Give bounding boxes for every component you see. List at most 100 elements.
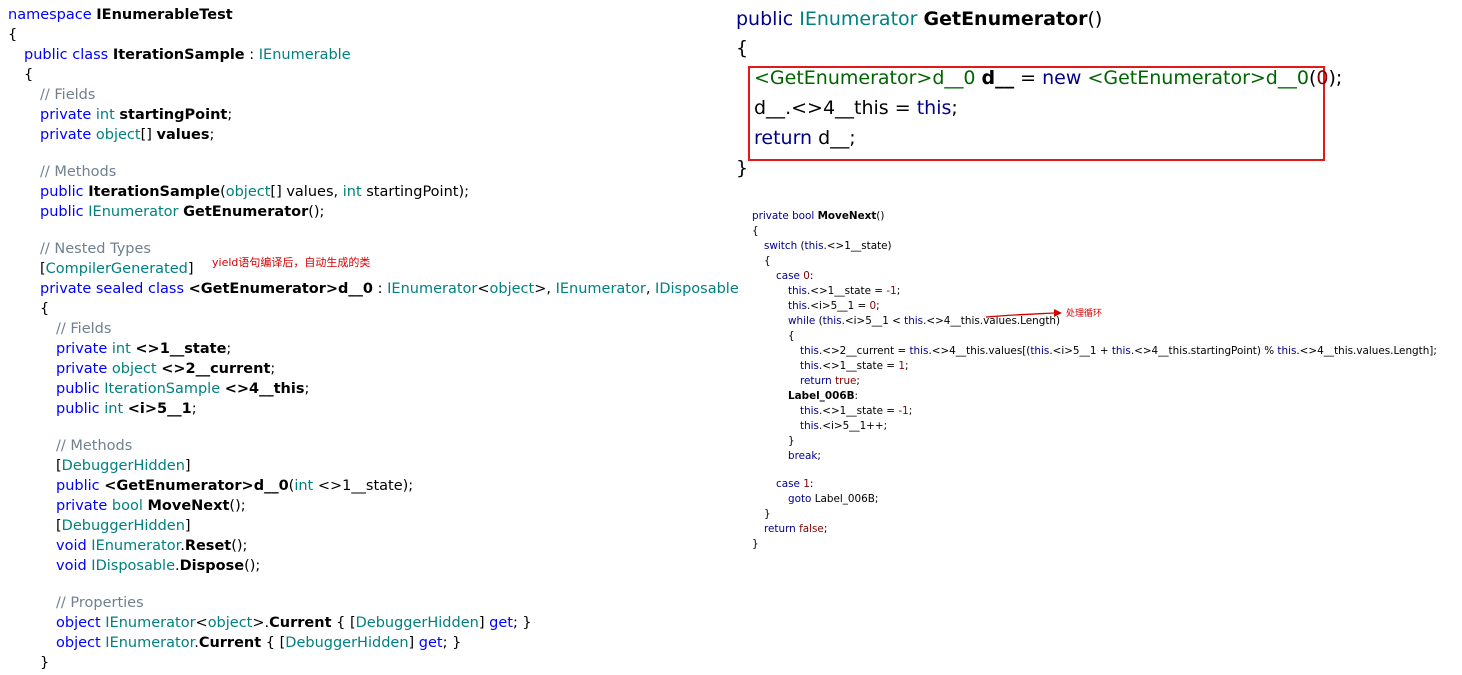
method-name: GetEnumerator (183, 204, 309, 220)
type-name: IterationSample (104, 381, 221, 397)
punctuation: : (809, 270, 814, 282)
number-literal: 0 (1316, 67, 1329, 89)
code-comment: // Nested Types (40, 241, 151, 257)
type-name: object (95, 127, 141, 143)
code-comment: // Properties (56, 595, 144, 611)
code-line: { (736, 37, 749, 59)
keyword: this (804, 240, 824, 252)
code-line: public IEnumerator GetEnumerator(); (40, 205, 324, 220)
punctuation: ] (478, 615, 490, 631)
field-name: <i>5__1 (127, 401, 192, 417)
punctuation: > (534, 281, 547, 297)
expression: .<>4__this.startingPoint) % (1130, 345, 1278, 357)
punctuation: (); (231, 538, 248, 554)
code-line: public IterationSample <>4__this; (56, 382, 309, 397)
code-comment: // Methods (40, 164, 117, 180)
code-line: public IterationSample(object[] values, … (40, 185, 469, 200)
operator: = (1014, 67, 1043, 89)
method-name: GetEnumerator (923, 8, 1088, 30)
annotation-yield: yield语句编译后，自动生成的类 (212, 256, 371, 269)
code-line: switch (this.<>1__state) (764, 241, 892, 251)
property-name: Current (269, 615, 332, 631)
expression: .<>1__state = (818, 405, 899, 417)
field-name: startingPoint (119, 107, 228, 123)
punctuation: ; (904, 360, 909, 372)
keyword: this (1030, 345, 1050, 357)
punctuation: ( (815, 315, 823, 327)
keyword: this (788, 285, 807, 297)
punctuation: (); (308, 204, 325, 220)
method-name: Dispose (179, 558, 245, 574)
code-line: private bool MoveNext(); (56, 499, 246, 514)
punctuation: ] (184, 458, 191, 474)
type-name: <GetEnumerator>d__0 (1087, 67, 1309, 89)
keyword: public (40, 184, 84, 200)
code-line: { (752, 225, 759, 237)
method-name: Reset (184, 538, 232, 554)
keyword: this (904, 315, 924, 327)
code-line: private object <>2__current; (56, 362, 275, 377)
punctuation: ] (184, 518, 191, 534)
punctuation: ; (270, 361, 276, 377)
type-name: IEnumerator (105, 615, 196, 631)
expression: .<>1__state = (818, 360, 899, 372)
punctuation: ( (797, 240, 805, 252)
method-name: MoveNext (147, 498, 230, 514)
punctuation: ; (191, 401, 197, 417)
punctuation: { [ (261, 635, 286, 651)
type-name: IEnumerator (105, 635, 195, 651)
screenshot-page: namespace IEnumerableTest { public class… (0, 0, 1462, 675)
type-name: object (207, 615, 253, 631)
keyword: return (764, 523, 796, 535)
field-name: <>1__state (135, 341, 227, 357)
type-name: object (225, 184, 271, 200)
label-name: Label_006B (788, 390, 855, 402)
keyword: this (800, 345, 819, 357)
punctuation: (); (229, 498, 246, 514)
method-name: IterationSample (88, 184, 221, 200)
keyword: public (56, 401, 100, 417)
code-line: object IEnumerator<object>.Current { [De… (56, 616, 532, 631)
code-line: Label_006B: (788, 391, 858, 401)
expression: .<i>5__1 + (1049, 345, 1112, 357)
punctuation: [] (140, 127, 152, 143)
code-line: this.<>2__current = this.<>4__this.value… (800, 346, 1437, 356)
punctuation: (); (244, 558, 261, 574)
keyword: private (40, 127, 92, 143)
keyword: return (800, 375, 832, 387)
type-name: bool (111, 498, 143, 514)
code-line: return true; (800, 376, 860, 386)
code-line: [CompilerGenerated] (40, 262, 194, 277)
type-name: int (104, 401, 124, 417)
keyword: this (1277, 345, 1297, 357)
type-name: object (111, 361, 157, 377)
punctuation: ; (817, 450, 821, 462)
code-line: <GetEnumerator>d__0 d__ = new <GetEnumer… (754, 69, 1342, 88)
punctuation: () (876, 210, 885, 222)
keyword: while (788, 315, 816, 327)
attribute-name: DebuggerHidden (61, 518, 185, 534)
keyword: return (754, 127, 813, 149)
type-name: IEnumerator (88, 204, 179, 220)
boolean-literal: true (835, 375, 857, 387)
keyword: this (788, 300, 807, 312)
punctuation: ; (908, 405, 913, 417)
type-name: object (489, 281, 535, 297)
number-literal: -1 (898, 405, 909, 417)
code-line: { (24, 67, 34, 83)
keyword: case (776, 478, 800, 490)
type-name: IEnumerator (555, 281, 646, 297)
code-comment: // Fields (40, 87, 96, 103)
expression: .<i>5__1 < (841, 315, 905, 327)
punctuation: ; (227, 107, 233, 123)
code-line: } (40, 655, 50, 671)
expression: .<i>5__1 = (806, 300, 870, 312)
parameter: <>1__state); (313, 478, 414, 494)
code-line: this.<i>5__1++; (800, 421, 887, 431)
keyword: this (909, 345, 929, 357)
code-line: namespace IEnumerableTest (8, 8, 233, 23)
code-line: void IDisposable.Dispose(); (56, 559, 260, 574)
type-name: IEnumerator (387, 281, 478, 297)
field-name: <>4__this (224, 381, 305, 397)
code-line: { (8, 27, 18, 43)
